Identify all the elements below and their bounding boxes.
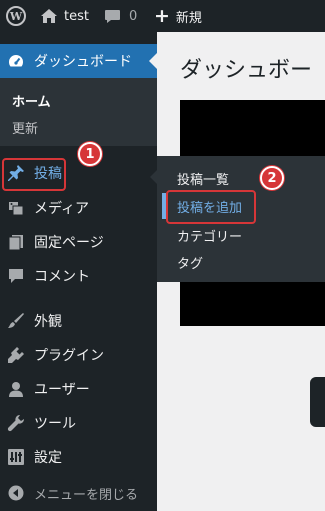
collapse-arrow-icon [8, 485, 24, 501]
submenu-home[interactable]: ホーム [12, 91, 51, 110]
new-content-link[interactable]: + 新規 [154, 0, 202, 32]
wordpress-w-glyph: W [6, 6, 26, 26]
dashboard-submenu: ホーム 更新 [0, 78, 157, 146]
site-name-link[interactable]: test [40, 0, 89, 32]
menu-users[interactable]: ユーザー [0, 372, 157, 406]
menu-comments[interactable]: コメント [0, 259, 157, 293]
menu-pages[interactable]: 固定ページ [0, 225, 157, 259]
current-menu-arrow [149, 53, 157, 69]
user-icon [9, 382, 23, 397]
page-icon [8, 235, 23, 251]
flyout-pointer [150, 170, 157, 184]
menu-comments-label: コメント [34, 269, 90, 285]
comment-bubble-icon [105, 9, 120, 23]
comments-link[interactable]: 0 [104, 0, 137, 32]
wordpress-logo-icon[interactable]: W [6, 0, 28, 32]
menu-pages-label: 固定ページ [34, 235, 104, 251]
media-icon [9, 202, 24, 216]
page-title: ダッシュボー [180, 58, 313, 83]
comments-count: 0 [129, 8, 138, 24]
menu-users-label: ユーザー [34, 382, 90, 398]
menu-dashboard[interactable]: ダッシュボード [0, 44, 157, 78]
flyout-all-posts[interactable]: 投稿一覧 [177, 169, 229, 188]
plus-icon: + [154, 4, 170, 27]
submenu-updates[interactable]: 更新 [12, 118, 38, 137]
menu-dashboard-label: ダッシュボード [34, 54, 132, 70]
new-content-label: 新規 [175, 10, 202, 26]
menu-plugins[interactable]: プラグイン [0, 338, 157, 372]
plugin-icon [8, 347, 24, 363]
paintbrush-icon [8, 313, 24, 328]
highlight-box-add-new [166, 190, 256, 224]
menu-tools-label: ツール [34, 416, 76, 432]
highlight-box-posts [2, 158, 66, 191]
home-icon [41, 9, 57, 23]
dashboard-gauge-icon [8, 55, 24, 67]
menu-settings-label: 設定 [34, 450, 62, 466]
menu-appearance-label: 外観 [34, 314, 62, 330]
collapse-menu-button[interactable]: メニューを閉じる [0, 476, 157, 510]
flyout-tags[interactable]: タグ [177, 253, 203, 272]
menu-media-label: メディア [34, 201, 90, 217]
collapse-menu-label: メニューを閉じる [34, 487, 139, 503]
dark-panel-button[interactable] [310, 377, 325, 427]
flyout-categories[interactable]: カテゴリー [177, 226, 242, 245]
comment-icon [9, 269, 23, 283]
menu-appearance[interactable]: 外観 [0, 304, 157, 338]
menu-tools[interactable]: ツール [0, 406, 157, 440]
site-name-label: test [64, 8, 89, 24]
wrench-icon [7, 414, 25, 432]
admin-sidebar: ダッシュボード ホーム 更新 投稿 メディア 固定ページ コメント 外観 プラグ… [0, 32, 157, 511]
menu-plugins-label: プラグイン [34, 348, 104, 364]
settings-icon [8, 449, 24, 465]
admin-bar: W test 0 + 新規 [0, 0, 325, 32]
annotation-badge-1: 1 [78, 142, 102, 166]
menu-media[interactable]: メディア [0, 191, 157, 225]
annotation-badge-2: 2 [260, 166, 284, 190]
menu-settings[interactable]: 設定 [0, 440, 157, 474]
